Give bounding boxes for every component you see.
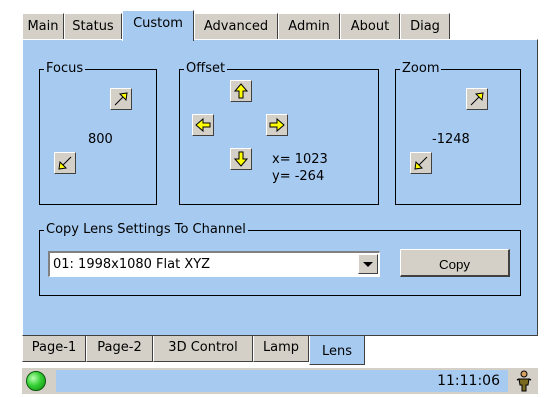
zoom-group: Zoom -1248 xyxy=(395,61,521,205)
zoom-decrease-button[interactable] xyxy=(410,152,432,174)
arrow-down-left-icon xyxy=(414,156,428,170)
lens-panel: Focus 800 Offset x= 1023 y= -264 Zoom -1… xyxy=(22,39,538,336)
focus-decrease-button[interactable] xyxy=(54,152,76,174)
tab-main[interactable]: Main xyxy=(22,13,64,40)
tab-label: Page-1 xyxy=(31,340,77,355)
arrow-up-icon xyxy=(233,83,249,99)
offset-x-value: x= 1023 xyxy=(272,152,328,167)
tab-label: Lens xyxy=(321,344,353,359)
tab-label: Custom xyxy=(133,16,183,31)
user-icon[interactable] xyxy=(514,370,534,392)
channel-select[interactable]: 01: 1998x1080 Flat XYZ xyxy=(48,251,380,277)
focus-value: 800 xyxy=(88,132,113,147)
copy-button[interactable]: Copy xyxy=(400,249,510,277)
tab-about[interactable]: About xyxy=(340,13,400,40)
zoom-value: -1248 xyxy=(432,132,470,147)
chevron-down-icon xyxy=(363,261,373,267)
copy-lens-title: Copy Lens Settings To Channel xyxy=(44,222,248,238)
arrow-up-right-icon xyxy=(114,92,128,106)
focus-title: Focus xyxy=(44,61,86,77)
offset-group: Offset x= 1023 y= -264 xyxy=(179,61,379,205)
tab-admin[interactable]: Admin xyxy=(278,13,340,40)
tab-advanced[interactable]: Advanced xyxy=(194,13,278,40)
tab-label: Diag xyxy=(410,19,440,34)
bottom-tab-bar: Page-1 Page-2 3D Control Lamp Lens xyxy=(22,336,538,368)
status-indicator-icon xyxy=(26,371,46,391)
dropdown-button[interactable] xyxy=(358,254,378,274)
tab-lamp[interactable]: Lamp xyxy=(253,336,309,362)
offset-right-button[interactable] xyxy=(266,114,288,136)
arrow-right-icon xyxy=(269,117,285,133)
status-bar: 11:11:06 xyxy=(22,368,538,394)
tab-label: Main xyxy=(27,19,59,34)
tab-label: Page-2 xyxy=(97,340,142,355)
clock: 11:11:06 xyxy=(437,373,500,389)
tab-label: Lamp xyxy=(262,340,300,355)
offset-up-button[interactable] xyxy=(230,80,252,102)
tab-lens[interactable]: Lens xyxy=(309,336,365,365)
tab-label: Admin xyxy=(288,19,330,34)
channel-select-value: 01: 1998x1080 Flat XYZ xyxy=(53,257,211,272)
tab-custom[interactable]: Custom xyxy=(122,10,194,41)
tab-page-2[interactable]: Page-2 xyxy=(86,336,153,362)
offset-y-value: y= -264 xyxy=(272,169,325,184)
tab-3d-control[interactable]: 3D Control xyxy=(153,336,253,362)
tab-page-1[interactable]: Page-1 xyxy=(22,336,86,362)
arrow-up-right-icon xyxy=(470,92,484,106)
offset-left-button[interactable] xyxy=(192,114,214,136)
arrow-left-icon xyxy=(195,117,211,133)
tab-label: 3D Control xyxy=(168,340,238,355)
arrow-down-left-icon xyxy=(58,156,72,170)
zoom-title: Zoom xyxy=(400,61,442,77)
status-area: 11:11:06 xyxy=(56,370,508,392)
arrow-down-icon xyxy=(233,151,249,167)
tab-diag[interactable]: Diag xyxy=(400,13,450,40)
focus-group: Focus 800 xyxy=(39,61,157,205)
tab-status[interactable]: Status xyxy=(64,13,122,40)
top-tab-bar: Main Status Custom Advanced Admin About … xyxy=(22,10,538,41)
tab-label: Advanced xyxy=(203,19,269,34)
offset-down-button[interactable] xyxy=(230,148,252,170)
tab-label: Status xyxy=(72,19,114,34)
screen: Main Status Custom Advanced Admin About … xyxy=(0,0,550,398)
tab-label: About xyxy=(350,19,390,34)
offset-title: Offset xyxy=(184,61,228,77)
zoom-increase-button[interactable] xyxy=(466,88,488,110)
copy-lens-group: Copy Lens Settings To Channel 01: 1998x1… xyxy=(39,222,521,296)
focus-increase-button[interactable] xyxy=(110,88,132,110)
